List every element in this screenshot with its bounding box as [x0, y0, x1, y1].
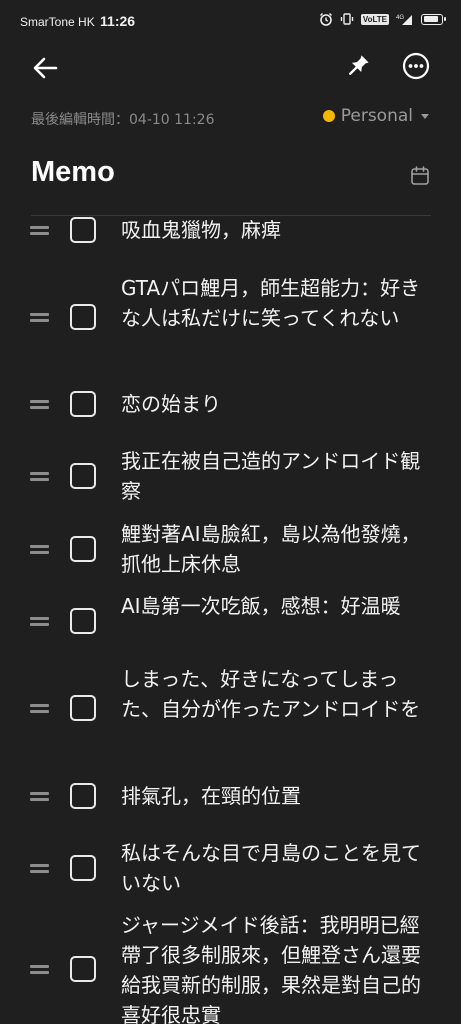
item-checkbox[interactable] — [70, 783, 96, 809]
item-text[interactable]: AI島第一次吃飯，感想：好温暖 — [121, 591, 421, 621]
category-selector[interactable]: Personal — [322, 106, 429, 126]
vibrate-icon — [340, 12, 354, 26]
item-text[interactable]: 恋の始まり — [121, 389, 421, 419]
item-checkbox[interactable] — [70, 956, 96, 982]
status-icons: VoLTE 4G — [319, 12, 446, 26]
item-text[interactable]: 排氣孔，在頸的位置 — [121, 781, 421, 811]
item-text[interactable]: 吸血鬼獵物，麻痺 — [121, 216, 421, 245]
category-label: Personal — [340, 106, 413, 126]
item-checkbox[interactable] — [70, 536, 96, 562]
last-edited-time: 最後編輯時間：04-10 11:26 — [31, 112, 215, 128]
calendar-button[interactable] — [408, 164, 432, 188]
item-checkbox[interactable] — [70, 217, 96, 243]
pin-icon — [349, 55, 369, 75]
more-horizontal-icon — [402, 52, 430, 80]
drag-handle-icon[interactable] — [30, 470, 49, 482]
drag-handle-icon[interactable] — [30, 224, 49, 236]
drag-handle-icon[interactable] — [30, 790, 49, 802]
item-checkbox[interactable] — [70, 695, 96, 721]
signal-icon: 4G — [396, 13, 414, 26]
drag-handle-icon[interactable] — [30, 543, 49, 555]
item-text[interactable]: 我正在被自己造的アンドロイド観察 — [121, 446, 421, 506]
item-text[interactable]: 私はそんな目で月島のことを見ていない — [121, 838, 421, 898]
item-checkbox[interactable] — [70, 608, 96, 634]
item-text[interactable]: ジャージメイド後話：我明明已經帶了很多制服來，但鯉登さん還要給我買新的制服，果然… — [121, 910, 421, 1024]
more-button[interactable] — [400, 50, 432, 82]
calendar-icon — [411, 166, 429, 185]
status-bar: SmarTone HK 11:26 VoLTE 4G — [0, 0, 461, 44]
toolbar — [0, 44, 461, 88]
item-checkbox[interactable] — [70, 304, 96, 330]
item-text[interactable]: 鯉對著AI島臉紅，島以為他發燒，抓他上床休息 — [121, 519, 421, 579]
arrow-left-icon — [33, 57, 58, 79]
item-text[interactable]: しまった、好きになってしまった、自分が作ったアンドロイドを — [121, 664, 421, 724]
item-checkbox[interactable] — [70, 463, 96, 489]
status-carrier: SmarTone HK 11:26 — [20, 13, 135, 29]
volte-badge: VoLTE — [360, 13, 389, 25]
svg-text:4G: 4G — [396, 15, 404, 21]
drag-handle-icon[interactable] — [30, 311, 49, 323]
alarm-icon — [319, 12, 333, 26]
drag-handle-icon[interactable] — [30, 963, 49, 975]
status-time: 11:26 — [100, 13, 136, 29]
drag-handle-icon[interactable] — [30, 702, 49, 714]
drag-handle-icon[interactable] — [30, 615, 49, 627]
pin-button[interactable] — [342, 50, 374, 82]
item-checkbox[interactable] — [70, 391, 96, 417]
note-title[interactable]: Memo — [31, 156, 115, 189]
back-button[interactable] — [30, 52, 62, 84]
battery-icon — [421, 13, 446, 25]
chevron-down-icon — [421, 113, 429, 119]
drag-handle-icon[interactable] — [30, 862, 49, 874]
carrier-name: SmarTone HK — [20, 15, 95, 29]
checklist-viewport: 吸血鬼獵物，麻痺 GTAパロ鯉月，師生超能力：好きな人は私だけに笑ってくれない … — [0, 216, 461, 1024]
drag-handle-icon[interactable] — [30, 398, 49, 410]
category-color-dot — [322, 110, 335, 122]
item-text[interactable]: GTAパロ鯉月，師生超能力：好きな人は私だけに笑ってくれない — [121, 273, 421, 333]
item-checkbox[interactable] — [70, 855, 96, 881]
note-meta: 最後編輯時間：04-10 11:26 Personal — [0, 106, 461, 130]
